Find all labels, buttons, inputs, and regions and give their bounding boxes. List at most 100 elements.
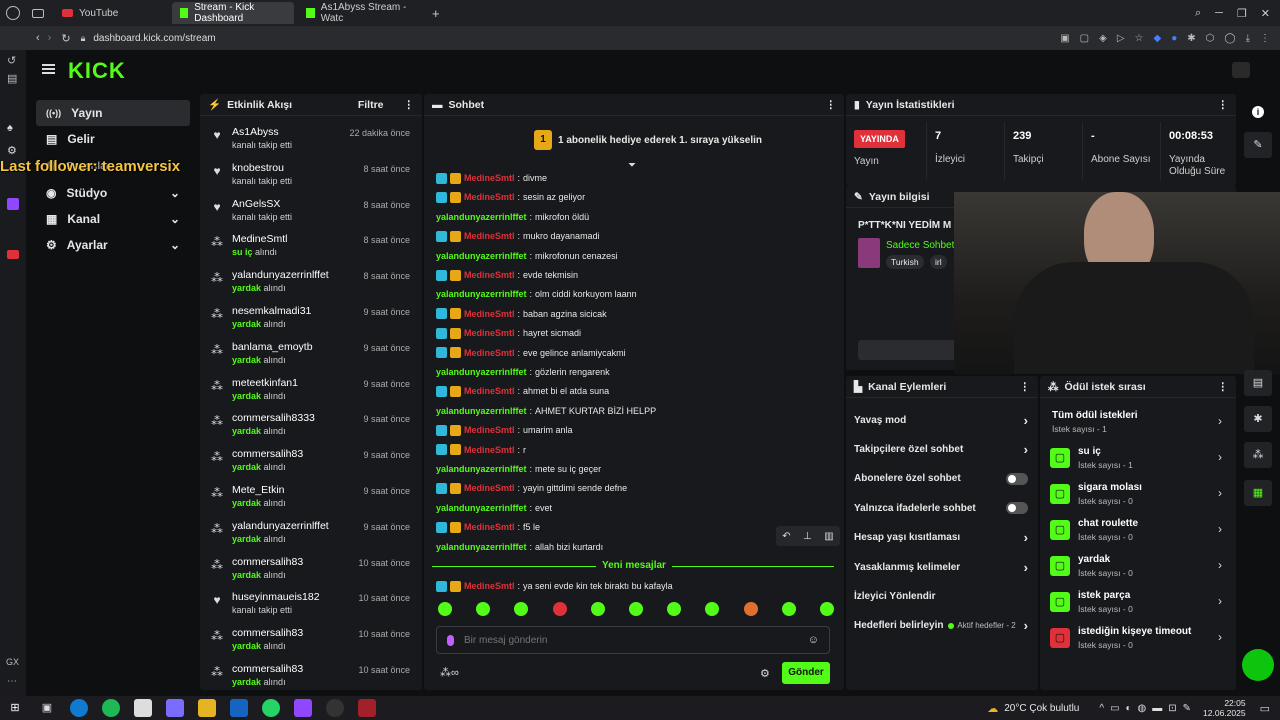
reward-item[interactable]: ▢ yardak İstek sayısı - 0 › xyxy=(1048,550,1224,584)
emote-icon[interactable] xyxy=(590,602,605,616)
copilot-icon[interactable] xyxy=(166,699,184,717)
toggle-switch[interactable] xyxy=(1006,472,1028,485)
activity-username[interactable]: yalandunyazerrinlffet xyxy=(232,520,329,532)
reward-item[interactable]: ▢ chat roulette İstek sayısı - 0 › xyxy=(1048,514,1224,548)
extension-icon[interactable]: ✱ xyxy=(1187,33,1195,44)
extension-icon[interactable]: ▣ xyxy=(1060,33,1069,44)
activity-item[interactable]: ⁂ Mete_Etkin 9 saat önce yardak alındı xyxy=(206,482,414,516)
folder-icon[interactable] xyxy=(198,699,216,717)
sidebar-item-yayin[interactable]: ((•)) Yayın xyxy=(36,100,190,126)
app-icon[interactable] xyxy=(294,699,312,717)
gx-icon[interactable]: GX xyxy=(6,657,19,667)
weather-text[interactable]: 20°C Çok bulutlu xyxy=(1004,703,1079,714)
edge-icon[interactable] xyxy=(70,699,88,717)
chat-username[interactable]: MedineSmtl xyxy=(464,581,515,591)
emote-icon[interactable] xyxy=(819,602,834,616)
chat-username[interactable]: MedineSmtl xyxy=(464,173,515,183)
activity-username[interactable]: knobestrou xyxy=(232,162,284,174)
more-icon[interactable]: ⋯ xyxy=(7,676,17,687)
activity-username[interactable]: commersalih83 xyxy=(232,448,303,460)
activity-username[interactable]: commersalih83 xyxy=(232,556,303,568)
edit-button[interactable] xyxy=(858,340,958,360)
sidebar-item-ayarlar[interactable]: ⚙ Ayarlar ⌄ xyxy=(36,232,190,258)
emote-icon[interactable] xyxy=(552,602,567,616)
emote-icon[interactable] xyxy=(781,602,796,616)
tab-youtube[interactable]: YouTube xyxy=(54,2,172,24)
clock[interactable]: 22:05 12.06.2025 xyxy=(1203,698,1246,718)
more-icon[interactable]: ⋮ xyxy=(1020,381,1031,393)
reward-item[interactable]: ▢ istek parça İstek sayısı - 0 › xyxy=(1048,586,1224,620)
activity-username[interactable]: AnGelsSX xyxy=(232,198,280,210)
reward-item[interactable]: ▢ su iç İstek sayısı - 1 › xyxy=(1048,442,1224,476)
reload-icon[interactable]: ↻ xyxy=(61,32,70,45)
more-icon[interactable]: ⋮ xyxy=(1218,99,1229,111)
whatsapp-icon[interactable] xyxy=(262,699,280,717)
activity-username[interactable]: yalandunyazerrinlffet xyxy=(232,269,329,281)
sidebar-item-gelir[interactable]: ▤ Gelir xyxy=(36,126,190,152)
youtube-icon[interactable] xyxy=(7,250,19,259)
extension-icon[interactable]: ⬡ xyxy=(1206,33,1215,44)
chat-username[interactable]: yalandunyazerrinlffet xyxy=(436,503,527,513)
pin-icon[interactable]: ⊥ xyxy=(803,531,812,542)
more-icon[interactable]: ⋮ xyxy=(1260,33,1270,44)
channel-action-item[interactable]: Hedefleri belirleyin Aktif hedefler - 2 › xyxy=(846,612,1036,640)
extension-icon[interactable]: ◆ xyxy=(1154,33,1162,44)
more-icon[interactable]: ⋮ xyxy=(1218,381,1229,393)
activity-item[interactable]: ♥ knobestrou 8 saat önce kanalı takip etti xyxy=(206,160,414,194)
new-tab-icon[interactable]: + xyxy=(432,6,440,21)
support-button[interactable] xyxy=(1242,649,1274,681)
clapper-icon[interactable]: ▦ xyxy=(1244,480,1272,506)
chat-username[interactable]: yalandunyazerrinlffet xyxy=(436,289,527,299)
trash-icon[interactable]: ▥ xyxy=(824,531,833,542)
wallet-icon[interactable]: ▤ xyxy=(7,72,17,85)
activity-username[interactable]: banlama_emoytb xyxy=(232,341,313,353)
chat-username[interactable]: yalandunyazerrinlffet xyxy=(436,367,527,377)
send-button[interactable]: Gönder xyxy=(782,662,830,684)
tree-icon[interactable]: ♠ xyxy=(7,122,13,134)
chat-username[interactable]: MedineSmtl xyxy=(464,231,515,241)
settings-icon[interactable]: ⚙ xyxy=(7,144,17,157)
reward-item[interactable]: ▢ istediğin kişeye timeout İstek sayısı - … xyxy=(1048,622,1224,656)
points-icon[interactable]: ⁂∞ xyxy=(440,666,459,679)
task-view-icon[interactable]: ▣ xyxy=(38,699,56,717)
bookmark-icon[interactable]: ☆ xyxy=(1135,33,1144,44)
channel-action-item[interactable]: İzleyici Yönlendir xyxy=(846,582,1036,610)
tab-kick-dashboard[interactable]: Stream - Kick Dashboard xyxy=(172,2,294,24)
activity-item[interactable]: ⁂ commersalih83 10 saat önce yardak alındı xyxy=(206,554,414,588)
activity-username[interactable]: commersalih8333 xyxy=(232,412,315,424)
extension-icon[interactable]: ◈ xyxy=(1099,33,1107,44)
chat-username[interactable]: yalandunyazerrinlffet xyxy=(436,406,527,416)
restore-icon[interactable]: ❐ xyxy=(1237,7,1247,20)
activity-username[interactable]: Mete_Etkin xyxy=(232,484,285,496)
windows-start-icon[interactable]: ⊞ xyxy=(6,699,24,717)
chat-username[interactable]: MedineSmtl xyxy=(464,328,515,338)
activity-username[interactable]: nesemkalmadi31 xyxy=(232,305,311,317)
pin-icon[interactable]: ⏷ xyxy=(628,160,636,171)
notification-icon[interactable]: ▭ xyxy=(1260,702,1270,715)
weather-icon[interactable]: ☁ xyxy=(987,702,998,715)
emote-icon[interactable] xyxy=(628,602,643,616)
activity-item[interactable]: ⁂ nesemkalmadi31 9 saat önce yardak alındı xyxy=(206,303,414,337)
activity-item[interactable]: ⁂ banlama_emoytb 9 saat önce yardak alındı xyxy=(206,339,414,373)
chat-username[interactable]: yalandunyazerrinlffet xyxy=(436,464,527,474)
twitch-icon[interactable] xyxy=(7,198,19,210)
share-icon[interactable]: ⁂ xyxy=(1244,442,1272,468)
activity-item[interactable]: ♥ AnGelsSX 8 saat önce kanalı takip etti xyxy=(206,196,414,230)
channel-action-item[interactable]: Hesap yaşı kısıtlaması › xyxy=(846,524,1036,552)
filter-button[interactable]: Filtre xyxy=(358,99,384,111)
all-rewards-item[interactable]: Tüm ödül istekleri İstek sayısı - 1 › xyxy=(1048,406,1224,440)
emote-icon[interactable] xyxy=(705,602,720,616)
chat-username[interactable]: MedineSmtl xyxy=(464,309,515,319)
emote-icon[interactable] xyxy=(514,602,529,616)
opera-gx-icon[interactable] xyxy=(358,699,376,717)
tool-icon[interactable]: ▤ xyxy=(1244,370,1272,396)
gift-banner[interactable]: 1 1 abonelik hediye ederek 1. sıraya yük… xyxy=(534,130,762,150)
activity-username[interactable]: MedineSmtl xyxy=(232,233,287,245)
chat-username[interactable]: MedineSmtl xyxy=(464,386,515,396)
profile-icon[interactable]: ◯ xyxy=(1224,33,1235,44)
chat-username[interactable]: MedineSmtl xyxy=(464,522,515,532)
store-icon[interactable] xyxy=(134,699,152,717)
reward-item[interactable]: ▢ sigara molası İstek sayısı - 0 › xyxy=(1048,478,1224,512)
emote-icon[interactable] xyxy=(476,602,491,616)
download-icon[interactable]: ⤓ xyxy=(1246,33,1250,44)
